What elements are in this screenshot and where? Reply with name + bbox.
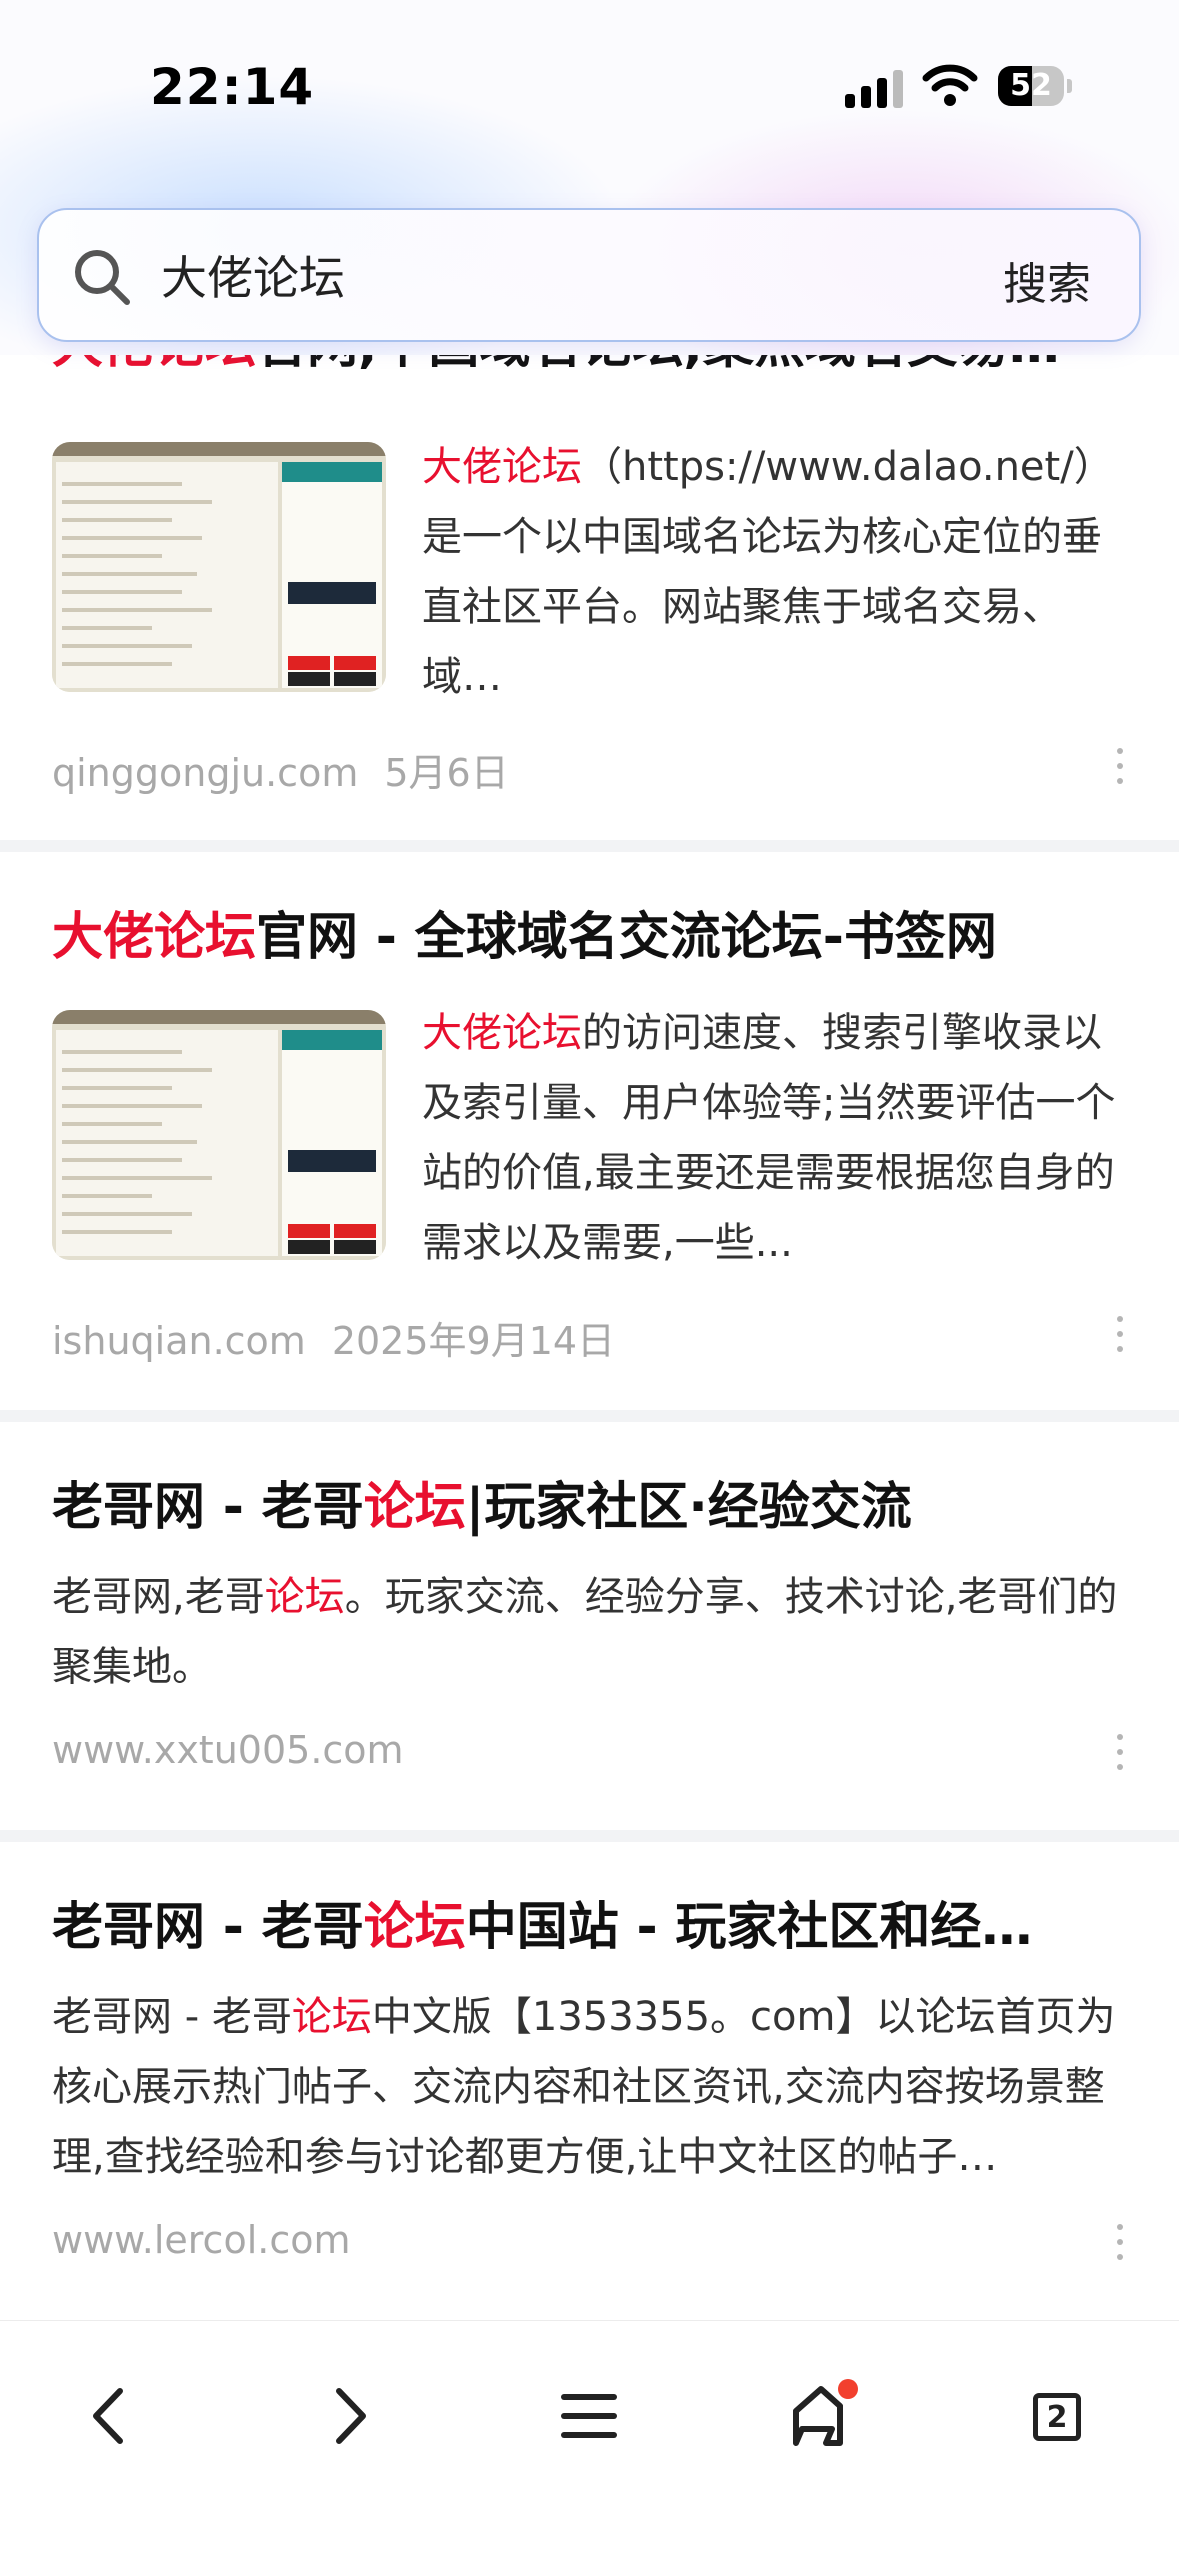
result-date: 5月6日 bbox=[384, 751, 509, 795]
result-thumbnail[interactable] bbox=[52, 1010, 386, 1260]
result-title[interactable]: 大佬论坛官网 - 全球域名交流论坛-书签网 bbox=[52, 902, 1132, 974]
highlighted-keyword: 论坛 bbox=[363, 1898, 466, 1957]
search-button[interactable]: 搜索 bbox=[1003, 248, 1091, 312]
more-options-icon[interactable] bbox=[1110, 748, 1130, 794]
search-input[interactable] bbox=[161, 244, 861, 306]
more-options-icon[interactable] bbox=[1110, 1316, 1130, 1362]
result-card-1[interactable]: 大佬论坛官网,中国域名论坛,聚焦域名交易… bbox=[0, 316, 1179, 840]
highlighted-keyword: 论坛 bbox=[291, 1994, 372, 2040]
result-meta: ishuqian.com 2025年9月14日 bbox=[52, 1310, 615, 1365]
highlighted-keyword: 大佬论坛 bbox=[52, 908, 257, 967]
menu-button[interactable] bbox=[544, 2371, 634, 2461]
forward-button[interactable] bbox=[305, 2371, 395, 2461]
wifi-icon bbox=[922, 64, 978, 106]
text-segment: |玩家社区·经验交流 bbox=[465, 1478, 912, 1537]
result-snippet: 老哥网,老哥论坛。玩家交流、经验分享、技术讨论,老哥们的聚集地。 bbox=[52, 1562, 1132, 1702]
result-separator bbox=[0, 840, 1179, 852]
search-icon[interactable] bbox=[71, 246, 133, 308]
status-time: 22:14 bbox=[150, 58, 315, 116]
text-segment: 老哥网 - 老哥 bbox=[52, 1994, 292, 2040]
back-icon bbox=[93, 2388, 123, 2444]
more-options-icon[interactable] bbox=[1110, 2224, 1130, 2270]
notification-dot bbox=[838, 2379, 858, 2399]
highlighted-keyword: 大佬论坛 bbox=[422, 1010, 582, 1056]
text-segment: 官网 - 全球域名交流论坛-书签网 bbox=[256, 908, 997, 967]
battery-icon: 52 bbox=[998, 66, 1072, 106]
highlighted-keyword: 论坛 bbox=[264, 1574, 345, 1620]
result-title[interactable]: 老哥网 - 老哥论坛中国站 - 玩家社区和经… bbox=[52, 1892, 1132, 1964]
bottom-navigation-bar: 2 bbox=[0, 2320, 1179, 2557]
more-options-icon[interactable] bbox=[1110, 1734, 1130, 1780]
result-title[interactable]: 老哥网 - 老哥论坛|玩家社区·经验交流 bbox=[52, 1472, 1132, 1544]
result-separator bbox=[0, 1830, 1179, 1842]
text-segment: 中国站 - 玩家社区和经… bbox=[465, 1898, 1033, 1957]
result-meta: www.xxtu005.com bbox=[52, 1728, 404, 1772]
text-segment: 老哥网 - 老哥 bbox=[52, 1478, 364, 1537]
result-source[interactable]: www.xxtu005.com bbox=[52, 1728, 404, 1772]
search-bar[interactable]: 搜索 bbox=[37, 208, 1141, 342]
highlighted-keyword: 论坛 bbox=[363, 1478, 466, 1537]
highlighted-keyword: 大佬论坛 bbox=[422, 444, 582, 490]
tabs-count-label: 2 bbox=[1046, 2400, 1068, 2435]
forward-icon bbox=[336, 2388, 366, 2444]
result-card-2[interactable]: 大佬论坛官网 - 全球域名交流论坛-书签网 大佬论坛的访问速度、搜索引擎收录以及… bbox=[0, 852, 1179, 1410]
result-card-4[interactable]: 老哥网 - 老哥论坛中国站 - 玩家社区和经… 老哥网 - 老哥论坛中文版【13… bbox=[0, 1842, 1179, 2320]
forum-screenshot-thumbnail bbox=[52, 1010, 386, 1260]
result-card-3[interactable]: 老哥网 - 老哥论坛|玩家社区·经验交流 老哥网,老哥论坛。玩家交流、经验分享、… bbox=[0, 1422, 1179, 1830]
cellular-signal-icon bbox=[845, 68, 905, 108]
text-segment: 老哥网,老哥 bbox=[52, 1574, 265, 1620]
result-meta: qinggongju.com 5月6日 bbox=[52, 742, 509, 797]
result-source[interactable]: qinggongju.com bbox=[52, 751, 358, 795]
menu-icon bbox=[561, 2394, 617, 2438]
result-meta: www.lercol.com bbox=[52, 2218, 351, 2262]
battery-level: 52 bbox=[1010, 68, 1052, 103]
tabs-button[interactable]: 2 bbox=[1033, 2393, 1081, 2441]
result-snippet: 老哥网 - 老哥论坛中文版【1353355。com】以论坛首页为核心展示热门帖子… bbox=[52, 1982, 1132, 2192]
result-thumbnail[interactable] bbox=[52, 442, 386, 692]
result-snippet: 大佬论坛的访问速度、搜索引擎收录以及索引量、用户体验等;当然要评估一个站的价值,… bbox=[422, 998, 1122, 1278]
result-source[interactable]: ishuqian.com bbox=[52, 1319, 306, 1363]
forum-screenshot-thumbnail bbox=[52, 442, 386, 692]
result-date: 2025年9月14日 bbox=[331, 1319, 616, 1363]
result-separator bbox=[0, 1410, 1179, 1422]
result-snippet: 大佬论坛（https://www.dalao.net/）是一个以中国域名论坛为核… bbox=[422, 432, 1122, 712]
text-segment: 老哥网 - 老哥 bbox=[52, 1898, 364, 1957]
back-button[interactable] bbox=[64, 2371, 154, 2461]
result-source[interactable]: www.lercol.com bbox=[52, 2218, 351, 2262]
